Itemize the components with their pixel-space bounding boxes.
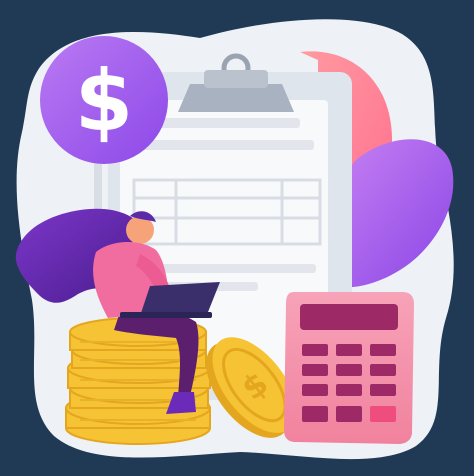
calculator-display (300, 304, 398, 330)
illustration-canvas: $ $ (0, 0, 474, 476)
dollar-sign-icon: $ (75, 52, 133, 150)
illustration-scene: $ $ (0, 0, 474, 476)
calculator-icon (284, 292, 414, 444)
